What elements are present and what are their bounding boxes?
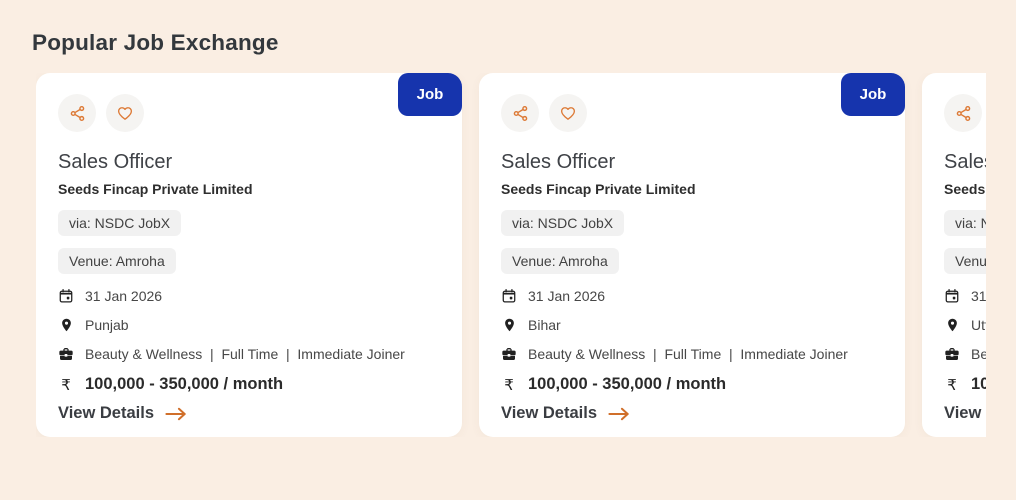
job-card: Job Sales Officer Seeds Fincap Private L… [479, 73, 905, 437]
briefcase-icon [944, 346, 960, 362]
job-card: Job Sales Officer Seeds Fincap Private L… [36, 73, 462, 437]
job-category-line: Beauty & Wellness | Full Time | Immediat… [85, 346, 405, 362]
share-button[interactable] [501, 94, 539, 132]
view-details-link[interactable]: View Details [58, 404, 189, 423]
company-name: Seeds Fincap Private Limited [58, 181, 440, 198]
job-location: Bihar [528, 317, 561, 333]
job-type-badge: Job [841, 73, 905, 116]
card-action-icons [501, 94, 883, 132]
location-row: Bihar [501, 317, 883, 333]
via-tag: via: NSDC JobX [501, 210, 624, 236]
location-pin-icon [58, 317, 74, 333]
job-title: Sales Officer [501, 150, 883, 174]
view-details-link[interactable]: View Details [944, 404, 986, 423]
view-details-label: View Details [501, 404, 597, 423]
location-row: Uttar Pradesh [944, 317, 986, 333]
location-pin-icon [944, 317, 960, 333]
rupee-icon: ₹ [501, 376, 517, 394]
arrow-right-icon [164, 406, 189, 422]
salary-row: ₹ 100,000 - 350,000 / month [58, 375, 440, 394]
calendar-icon [501, 288, 517, 304]
company-name: Seeds Fincap Private Limited [501, 181, 883, 198]
job-date: 31 Jan 2026 [971, 288, 986, 304]
arrow-right-icon [607, 406, 632, 422]
share-icon [512, 105, 529, 122]
rupee-icon: ₹ [58, 376, 74, 394]
favorite-button[interactable] [106, 94, 144, 132]
venue-tag: Venue: Amroha [501, 248, 619, 274]
date-row: 31 Jan 2026 [58, 288, 440, 304]
job-carousel-track: Job Sales Officer Seeds Fincap Private L… [36, 73, 986, 437]
share-icon [955, 105, 972, 122]
job-category-line: Beauty & Wellness | Full Time | Immediat… [971, 346, 986, 362]
job-date: 31 Jan 2026 [528, 288, 605, 304]
share-button[interactable] [58, 94, 96, 132]
location-pin-icon [501, 317, 517, 333]
share-icon [69, 105, 86, 122]
rupee-icon: ₹ [944, 376, 960, 394]
venue-tag: Venue: Amroha [944, 248, 986, 274]
category-row: Beauty & Wellness | Full Time | Immediat… [501, 346, 883, 362]
salary-row: ₹ 100,000 - 350,000 / month [501, 375, 883, 394]
job-salary: 100,000 - 350,000 / month [528, 375, 726, 394]
view-details-label: View Details [58, 404, 154, 423]
venue-tag: Venue: Amroha [58, 248, 176, 274]
date-row: 31 Jan 2026 [944, 288, 986, 304]
section-title: Popular Job Exchange [32, 30, 1016, 56]
job-location: Uttar Pradesh [971, 317, 986, 333]
job-salary: 100,000 - 350,000 / month [971, 375, 986, 394]
view-details-link[interactable]: View Details [501, 404, 632, 423]
job-category-line: Beauty & Wellness | Full Time | Immediat… [528, 346, 848, 362]
job-date: 31 Jan 2026 [85, 288, 162, 304]
job-location: Punjab [85, 317, 129, 333]
job-carousel-viewport: Job Sales Officer Seeds Fincap Private L… [36, 73, 986, 437]
view-details-label: View Details [944, 404, 986, 423]
job-title: Sales Officer [944, 150, 986, 174]
share-button[interactable] [944, 94, 982, 132]
briefcase-icon [501, 346, 517, 362]
favorite-button[interactable] [549, 94, 587, 132]
card-action-icons [944, 94, 986, 132]
heart-icon [116, 104, 134, 122]
job-card: Job Sales Officer Seeds Fincap Private L… [922, 73, 986, 437]
calendar-icon [944, 288, 960, 304]
job-salary: 100,000 - 350,000 / month [85, 375, 283, 394]
company-name: Seeds Fincap Private Limited [944, 181, 986, 198]
location-row: Punjab [58, 317, 440, 333]
heart-icon [559, 104, 577, 122]
calendar-icon [58, 288, 74, 304]
date-row: 31 Jan 2026 [501, 288, 883, 304]
via-tag: via: NSDC JobX [944, 210, 986, 236]
briefcase-icon [58, 346, 74, 362]
job-type-badge: Job [398, 73, 462, 116]
via-tag: via: NSDC JobX [58, 210, 181, 236]
job-title: Sales Officer [58, 150, 440, 174]
category-row: Beauty & Wellness | Full Time | Immediat… [58, 346, 440, 362]
salary-row: ₹ 100,000 - 350,000 / month [944, 375, 986, 394]
card-action-icons [58, 94, 440, 132]
category-row: Beauty & Wellness | Full Time | Immediat… [944, 346, 986, 362]
